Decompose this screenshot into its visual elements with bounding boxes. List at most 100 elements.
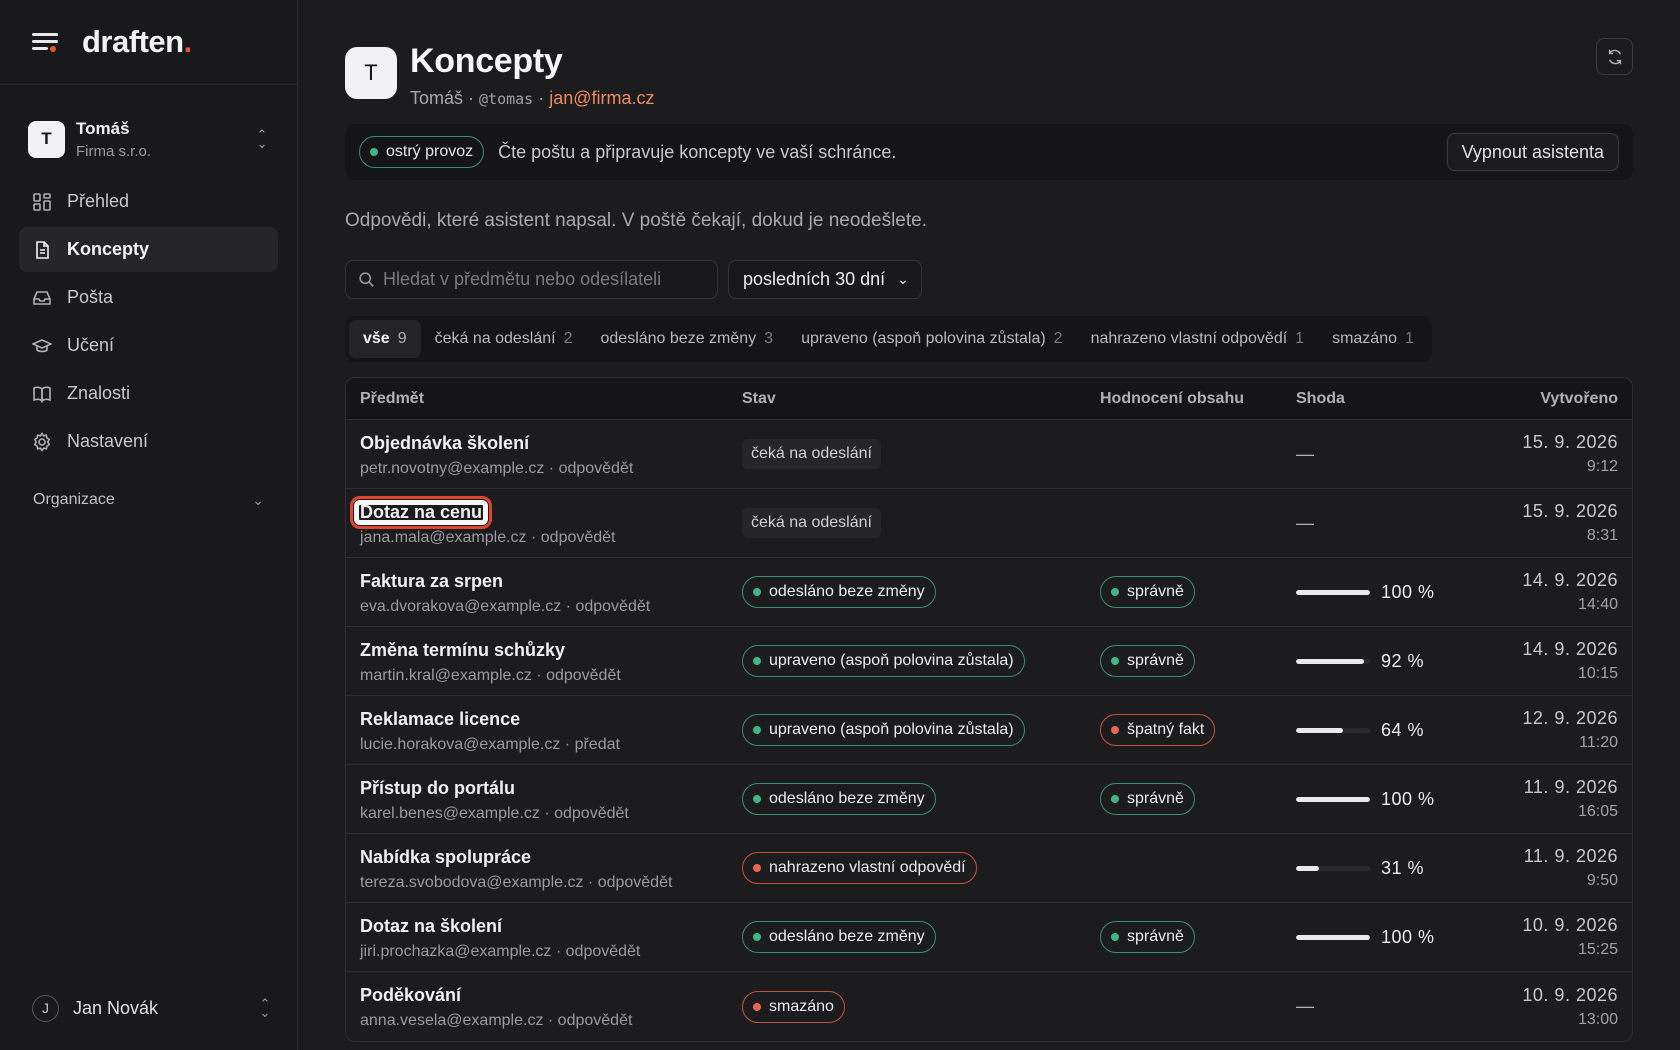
- sender-email: eva.dvorakova@example.cz: [360, 597, 562, 615]
- sender-email: lucie.horakova@example.cz: [360, 735, 561, 753]
- sidebar-item-koncepty[interactable]: Koncepty: [19, 227, 278, 272]
- created-date: 15. 9. 2026: [1522, 501, 1618, 521]
- match-bar-fill: [1296, 589, 1370, 595]
- status-dot-icon: [753, 864, 761, 872]
- draft-subject[interactable]: Nabídka spolupráce: [360, 845, 531, 870]
- match-percent: 100 %: [1381, 581, 1435, 602]
- user-menu[interactable]: J Jan Novák ⌃ ⌄: [32, 986, 272, 1030]
- assistant-status-bar: ostrý provoz Čte poštu a připravuje konc…: [345, 124, 1633, 180]
- match-bar: [1296, 934, 1370, 940]
- table-row[interactable]: Nabídka spolupráce tereza.svobodova@exam…: [346, 834, 1632, 903]
- table-row[interactable]: Poděkování anna.vesela@example.cz · odpo…: [346, 972, 1632, 1041]
- draft-action[interactable]: odpovědět: [541, 529, 616, 546]
- sidebar-item-label: Přehled: [67, 191, 130, 211]
- header-handle: @tomas: [479, 90, 534, 108]
- status-dot-icon: [753, 795, 761, 803]
- status-badge: čeká na odeslání: [742, 508, 881, 538]
- sidebar-item-nastaveni[interactable]: Nastavení: [19, 419, 278, 464]
- draft-action[interactable]: odpovědět: [559, 460, 634, 477]
- draft-subject[interactable]: Reklamace licence: [360, 707, 520, 732]
- table-row[interactable]: Změna termínu schůzky martin.kral@exampl…: [346, 627, 1632, 696]
- draft-subject[interactable]: Přístup do portálu: [360, 776, 515, 801]
- status-dot-icon: [753, 933, 761, 941]
- match-bar: [1296, 796, 1370, 802]
- rating-badge: správně: [1100, 783, 1195, 815]
- status-dot-icon: [1111, 657, 1119, 665]
- period-select-value: posledních 30 dní: [743, 269, 886, 289]
- menu-icon[interactable]: [32, 31, 60, 53]
- sender-email: anna.vesela@example.cz: [360, 1012, 544, 1029]
- status-badge: upraveno (aspoň polovina zůstala): [742, 714, 1025, 746]
- tab-upraveno[interactable]: upraveno (aspoň polovina zůstala) 2: [787, 320, 1077, 358]
- column-header-subject[interactable]: Předmět: [346, 390, 742, 408]
- status-dot-icon: [370, 148, 378, 156]
- match-empty: —: [1296, 443, 1314, 464]
- created-time: 9:12: [1586, 458, 1618, 475]
- sidebar-item-znalosti[interactable]: Znalosti: [19, 371, 278, 416]
- created-time: 14:40: [1577, 596, 1618, 613]
- table-row[interactable]: Reklamace licence lucie.horakova@example…: [346, 696, 1632, 765]
- gear-icon: [32, 431, 52, 452]
- sidebar-item-prehled[interactable]: Přehled: [19, 179, 278, 224]
- created-time: 9:50: [1586, 872, 1618, 889]
- tab-odeslano-beze-zmeny[interactable]: odesláno beze změny 3: [587, 320, 788, 358]
- match-bar: [1296, 865, 1370, 871]
- created-time: 10:15: [1577, 665, 1618, 682]
- draft-meta: jiri.prochazka@example.cz · odpovědět: [360, 942, 641, 960]
- chevron-down-icon: ⌄: [252, 491, 264, 508]
- page-header: T Koncepty Tomáš · @tomas · jan@firma.cz: [345, 0, 1633, 115]
- column-header-match[interactable]: Shoda: [1296, 390, 1506, 408]
- disable-assistant-button[interactable]: Vypnout asistenta: [1446, 133, 1619, 171]
- chevron-updown-icon: ⌃ ⌄: [259, 996, 271, 1020]
- draft-subject[interactable]: Změna termínu schůzky: [360, 638, 565, 663]
- sidebar-item-label: Koncepty: [67, 239, 150, 259]
- tab-ceka-na-odeslani[interactable]: čeká na odeslání 2: [421, 320, 587, 358]
- header-email-link[interactable]: jan@firma.cz: [549, 88, 654, 108]
- status-dot-icon: [753, 1002, 761, 1011]
- column-header-rating[interactable]: Hodnocení obsahu: [1100, 390, 1296, 408]
- refresh-button[interactable]: [1596, 38, 1633, 75]
- draft-subject[interactable]: Dotaz na cenu: [349, 495, 493, 529]
- table-body: Objednávka školení petr.novotny@example.…: [346, 420, 1632, 1041]
- draft-action[interactable]: odpovědět: [554, 805, 629, 822]
- match-percent: 100 %: [1381, 926, 1435, 947]
- status-dot-icon: [1111, 795, 1119, 803]
- draft-action[interactable]: předat: [575, 736, 620, 753]
- column-header-created[interactable]: Vytvořeno: [1506, 390, 1632, 408]
- sidebar-item-posta[interactable]: Pošta: [19, 275, 278, 320]
- draft-meta: lucie.horakova@example.cz · předat: [360, 735, 620, 753]
- column-header-status[interactable]: Stav: [742, 390, 1100, 408]
- table-row[interactable]: Přístup do portálu karel.benes@example.c…: [346, 765, 1632, 834]
- draft-meta: martin.kral@example.cz · odpovědět: [360, 666, 621, 684]
- search-input[interactable]: [383, 269, 703, 290]
- account-name: Tomáš: [76, 118, 130, 138]
- tab-vse[interactable]: vše 9: [349, 320, 421, 358]
- period-select[interactable]: posledních 30 dní ⌄: [728, 260, 922, 299]
- table-row[interactable]: Dotaz na školení jiri.prochazka@example.…: [346, 903, 1632, 972]
- tab-nahrazeno[interactable]: nahrazeno vlastní odpovědí 1: [1077, 320, 1319, 358]
- organization-toggle[interactable]: Organizace ⌄: [19, 482, 278, 518]
- draft-action[interactable]: odpovědět: [598, 874, 673, 891]
- account-switcher[interactable]: T Tomáš Firma s.r.o. ⌃ ⌄: [28, 115, 269, 163]
- tab-smazano[interactable]: smazáno 1: [1318, 320, 1428, 358]
- draft-action[interactable]: odpovědět: [558, 1012, 633, 1029]
- created-time: 8:31: [1586, 527, 1618, 544]
- user-avatar: J: [32, 994, 59, 1022]
- draft-action[interactable]: odpovědět: [566, 943, 641, 960]
- draft-subject[interactable]: Faktura za srpen: [360, 569, 503, 594]
- table-row[interactable]: Objednávka školení petr.novotny@example.…: [346, 420, 1632, 489]
- match-percent: 64 %: [1381, 719, 1425, 740]
- draft-action[interactable]: odpovědět: [546, 667, 621, 684]
- search-field[interactable]: [345, 260, 718, 299]
- draft-action[interactable]: odpovědět: [575, 598, 650, 615]
- document-icon: [32, 240, 52, 260]
- draft-subject[interactable]: Objednávka školení: [360, 431, 529, 456]
- table-row[interactable]: Faktura za srpen eva.dvorakova@example.c…: [346, 558, 1632, 627]
- draft-subject[interactable]: Dotaz na školení: [360, 914, 502, 939]
- table-row[interactable]: Dotaz na cenu jana.mala@example.cz · odp…: [346, 489, 1632, 558]
- status-badge: nahrazeno vlastní odpovědí: [742, 852, 977, 884]
- created-time: 11:20: [1579, 734, 1618, 751]
- draft-subject[interactable]: Poděkování: [360, 983, 461, 1008]
- status-dot-icon: [1111, 933, 1119, 941]
- sidebar-item-uceni[interactable]: Učení: [19, 323, 278, 368]
